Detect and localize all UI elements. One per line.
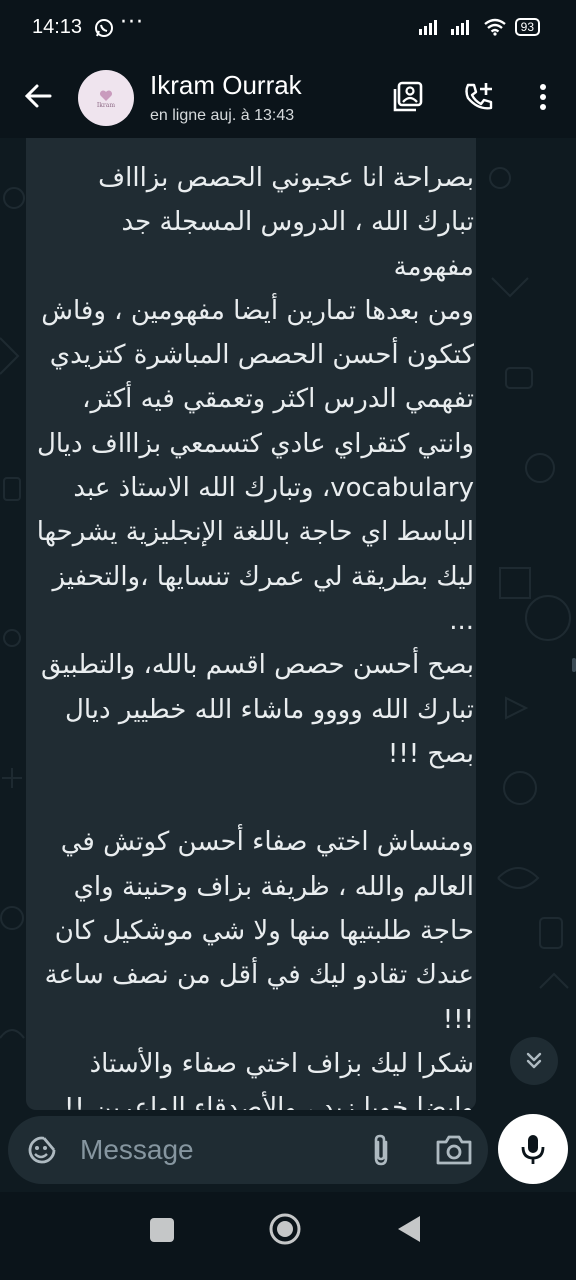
contact-status: en ligne auj. à 13:43 <box>150 107 295 124</box>
microphone-icon <box>521 1135 545 1164</box>
voice-message-button[interactable] <box>498 1114 568 1184</box>
more-notifications-icon: ··· <box>120 10 144 35</box>
message-input[interactable] <box>78 1129 342 1171</box>
chat-header: Ikram Ikram Ourrak en ligne auj. à 13:43 <box>0 58 576 138</box>
message-text: بصراحة انا عجبوني الحصص بزاااف تبارك الل… <box>36 163 474 1110</box>
status-time: 14:13 <box>32 16 83 38</box>
avatar-heart-icon <box>99 90 113 101</box>
more-vertical-icon[interactable] <box>526 80 560 114</box>
signal-icon-2 <box>450 20 469 35</box>
catalog-icon[interactable] <box>392 80 426 114</box>
arrow-left-icon[interactable] <box>22 80 54 112</box>
system-nav-bar <box>0 1192 576 1280</box>
avatar-caption: Ikram <box>96 101 116 109</box>
double-chevron-down-icon <box>526 1052 542 1069</box>
message-composer <box>8 1116 488 1184</box>
whatsapp-notification-icon <box>95 19 113 37</box>
add-call-icon[interactable] <box>462 80 496 114</box>
scroll-to-bottom-button[interactable] <box>510 1037 558 1085</box>
avatar[interactable]: Ikram <box>78 70 134 126</box>
contact-name[interactable]: Ikram Ourrak <box>150 70 302 101</box>
chat-area[interactable]: بصراحة انا عجبوني الحصص بزاااف تبارك الل… <box>0 138 576 1110</box>
signal-icon <box>418 20 437 35</box>
camera-icon[interactable] <box>434 1132 474 1168</box>
wifi-icon <box>483 18 506 36</box>
status-bar: 14:13 ··· 93 <box>0 0 576 58</box>
back-triangle-icon[interactable] <box>396 1214 422 1244</box>
input-bar <box>0 1110 576 1192</box>
paperclip-icon[interactable] <box>364 1132 400 1168</box>
emoji-icon[interactable] <box>24 1132 60 1168</box>
battery-indicator: 93 <box>514 18 540 36</box>
message-bubble[interactable]: بصراحة انا عجبوني الحصص بزاااف تبارك الل… <box>26 138 476 1110</box>
home-button[interactable] <box>268 1212 302 1246</box>
status-indicators: 93 <box>418 18 540 36</box>
recent-apps-button[interactable] <box>150 1218 174 1242</box>
scroll-indicator <box>572 658 576 672</box>
